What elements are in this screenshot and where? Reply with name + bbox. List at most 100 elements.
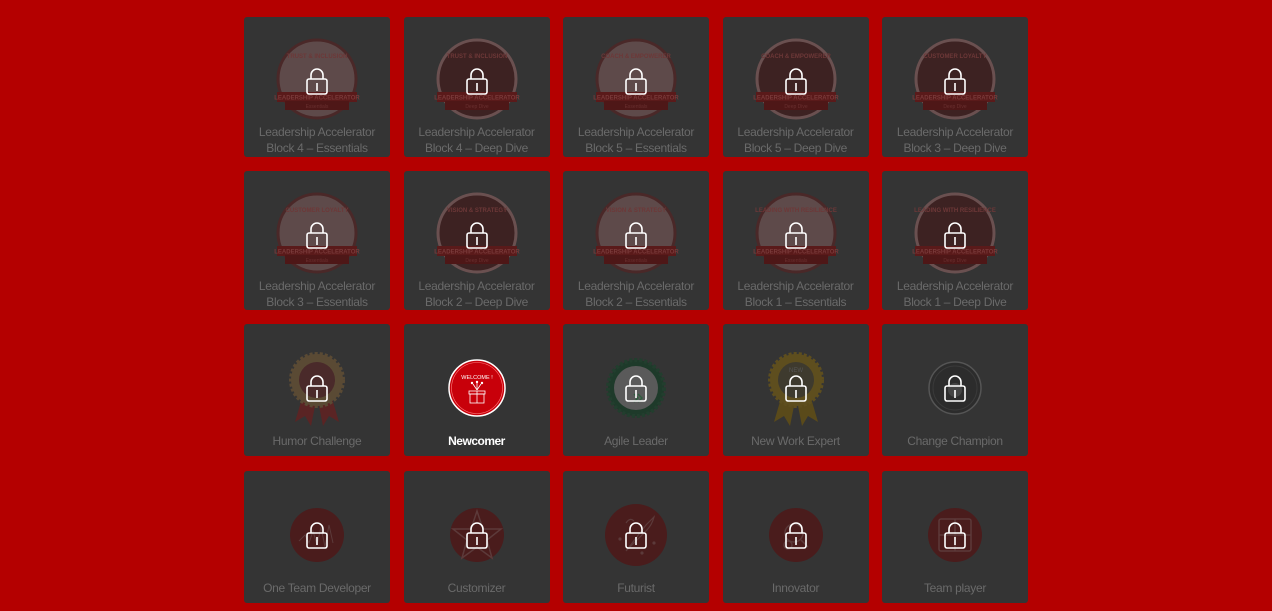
badge-card[interactable]: Team player xyxy=(882,471,1028,603)
badge-variant: Essentials xyxy=(625,258,648,264)
badge-card[interactable]: VISION & STRATEGY LEADERSHIP ACCELERATOR D… xyxy=(403,171,550,310)
lock-icon xyxy=(784,375,807,402)
badge-title: Leadership Accelerator Block 2 – Essenti… xyxy=(577,279,695,309)
badge-image: LEADING WITH RESILIENCE LEADERSHIP ACCELE… xyxy=(746,187,846,283)
badge-title: Leadership Accelerator Block 4 – Essenti… xyxy=(258,125,376,155)
lock-icon xyxy=(784,522,807,549)
badge-banner: LEADERSHIP ACCELERATOR xyxy=(753,250,839,256)
badge-banner: LEADERSHIP ACCELERATOR xyxy=(912,250,998,256)
lock-icon xyxy=(625,222,647,249)
badge-seal-text: WELCOME ! xyxy=(461,375,493,381)
badge-title: Leadership Accelerator Block 3 – Deep Di… xyxy=(896,125,1014,155)
badge-topic: VISION & STRATEGY xyxy=(606,208,666,214)
badge-topic: LEADING WITH RESILIENCE xyxy=(914,208,996,214)
badge-image: VISION & STRATEGY LEADERSHIP ACCELERATOR E… xyxy=(586,187,686,283)
badge-image: COACH & EMPOWERER LEADERSHIP ACCELERATOR D… xyxy=(746,33,846,129)
badge-banner: LEADERSHIP ACCELERATOR xyxy=(753,96,839,102)
badge-title: Leadership Accelerator Block 5 – Essenti… xyxy=(577,125,695,155)
badge-image xyxy=(277,495,357,575)
badge-card[interactable]: TRUST & INCLUSION LEADERSHIP ACCELERATOR D… xyxy=(403,17,550,157)
badge-title: Leadership Accelerator Block 1 – Deep Di… xyxy=(896,279,1014,309)
badge-card[interactable]: Agile Leader xyxy=(563,324,709,456)
lock-icon xyxy=(625,522,647,549)
badge-variant: Deep Dive xyxy=(465,258,489,264)
badge-title: Leadership Accelerator Block 4 – Deep Di… xyxy=(418,125,535,155)
lock-icon xyxy=(944,222,966,249)
badge-variant: Essentials xyxy=(625,104,648,110)
badge-image: COACH & EMPOWERER LEADERSHIP ACCELERATOR E… xyxy=(586,33,686,129)
badge-banner: LEADERSHIP ACCELERATOR xyxy=(434,250,520,256)
badge-image xyxy=(596,495,676,575)
badge-title: Futurist xyxy=(617,581,655,595)
badge-title: New Work Expert xyxy=(751,434,840,448)
badge-title: Leadership Accelerator Block 1 – Essenti… xyxy=(737,279,854,309)
badge-title: Customizer xyxy=(447,581,506,595)
badge-card[interactable]: NEW New Work Expert xyxy=(722,324,869,456)
lock-icon xyxy=(625,68,647,95)
badge-card[interactable]: One Team Developer xyxy=(244,471,390,603)
badge-image: NEW xyxy=(756,348,836,428)
badge-title: Change Champion xyxy=(907,434,1003,448)
badge-card[interactable]: Futurist xyxy=(563,471,709,603)
badge-variant: Deep Dive xyxy=(943,258,967,264)
badge-topic: TRUST & INCLUSION xyxy=(446,54,507,60)
badge-card[interactable]: LEADING WITH RESILIENCE LEADERSHIP ACCELE… xyxy=(722,171,869,310)
badge-topic: CUSTOMER LOYALTY xyxy=(924,54,987,60)
badge-card[interactable]: VISION & STRATEGY LEADERSHIP ACCELERATOR E… xyxy=(563,171,709,310)
badge-banner: LEADERSHIP ACCELERATOR xyxy=(912,96,998,102)
lock-icon xyxy=(306,222,328,249)
badge-variant: Deep Dive xyxy=(465,104,489,110)
badge-image: CUSTOMER LOYALTY LEADERSHIP ACCELERATOR Es… xyxy=(267,187,367,283)
badge-topic: LEADING WITH RESILIENCE xyxy=(755,208,837,214)
badge-topic: COACH & EMPOWERER xyxy=(761,54,831,60)
badge-card[interactable]: COACH & EMPOWERER LEADERSHIP ACCELERATOR E… xyxy=(563,17,709,157)
lock-icon xyxy=(306,522,328,549)
badge-card[interactable]: Change Champion xyxy=(882,324,1028,456)
lock-icon xyxy=(306,375,328,402)
badge-banner: LEADERSHIP ACCELERATOR xyxy=(593,96,679,102)
badge-topic: COACH & EMPOWERER xyxy=(601,54,671,60)
lock-icon xyxy=(944,375,966,402)
badge-title: One Team Developer xyxy=(263,581,371,595)
badge-card[interactable]: COACH & EMPOWERER LEADERSHIP ACCELERATOR D… xyxy=(722,17,869,157)
badge-variant: Essentials xyxy=(306,258,329,264)
badge-image xyxy=(277,348,357,428)
badge-image xyxy=(437,495,517,575)
lock-icon xyxy=(465,222,488,249)
lock-icon xyxy=(944,68,966,95)
badge-image xyxy=(756,495,836,575)
badge-topic: TRUST & INCLUSION xyxy=(287,54,348,60)
badge-card[interactable]: WELCOME ! Newcomer xyxy=(403,324,550,456)
badge-banner: LEADERSHIP ACCELERATOR xyxy=(274,96,360,102)
badge-title: Leadership Accelerator Block 2 – Deep Di… xyxy=(418,279,535,309)
lock-icon xyxy=(465,68,488,95)
badge-image xyxy=(915,495,995,575)
lock-icon xyxy=(625,375,647,402)
badge-card[interactable]: CUSTOMER LOYALTY LEADERSHIP ACCELERATOR Es… xyxy=(244,171,390,310)
badge-variant: Essentials xyxy=(784,258,807,264)
badge-title: Team player xyxy=(923,581,987,595)
badge-image: TRUST & INCLUSION LEADERSHIP ACCELERATOR D… xyxy=(427,33,527,129)
badge-title: Leadership Accelerator Block 5 – Deep Di… xyxy=(737,125,854,155)
badge-card[interactable]: CUSTOMER LOYALTY LEADERSHIP ACCELERATOR De… xyxy=(882,17,1028,157)
badge-card[interactable]: Humor Challenge xyxy=(244,324,390,456)
lock-icon xyxy=(944,522,966,549)
badge-banner: LEADERSHIP ACCELERATOR xyxy=(434,96,520,102)
badge-card[interactable]: LEADING WITH RESILIENCE LEADERSHIP ACCELE… xyxy=(882,171,1028,310)
badge-title: Newcomer xyxy=(448,434,505,448)
badge-title: Innovator xyxy=(771,581,820,595)
badge-title: Agile Leader xyxy=(604,434,668,448)
lock-icon xyxy=(306,68,328,95)
badge-image xyxy=(915,348,995,428)
badge-grid: TRUST & INCLUSION LEADERSHIP ACCELERATOR E… xyxy=(244,17,1028,603)
badge-card[interactable]: TRUST & INCLUSION LEADERSHIP ACCELERATOR E… xyxy=(244,17,390,157)
badge-image: CUSTOMER LOYALTY LEADERSHIP ACCELERATOR De… xyxy=(905,33,1005,129)
welcome-badge-art: WELCOME ! xyxy=(447,359,506,417)
badge-topic: VISION & STRATEGY xyxy=(446,208,506,214)
badge-banner: LEADERSHIP ACCELERATOR xyxy=(593,250,679,256)
lock-icon xyxy=(465,522,488,549)
badge-card[interactable]: Innovator xyxy=(722,471,869,603)
badge-image: VISION & STRATEGY LEADERSHIP ACCELERATOR D… xyxy=(427,187,527,283)
badge-image xyxy=(596,348,676,428)
badge-card[interactable]: Customizer xyxy=(403,471,550,603)
